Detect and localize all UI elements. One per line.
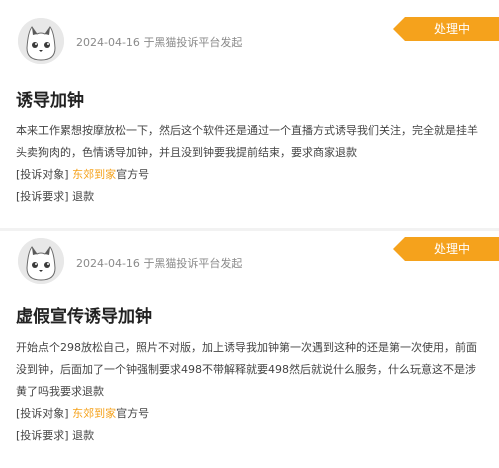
request-label: [投诉要求] <box>16 429 69 442</box>
target-label: [投诉对象] <box>16 407 69 420</box>
complaint-content: 开始点个298放松自己，照片不对版，加上诱导我加钟第一次遇到这种的还是第一次使用… <box>16 341 477 398</box>
complaint-request: [投诉要求] 退款 <box>16 427 94 443</box>
post-meta: 2024-04-16 于黑猫投诉平台发起 <box>76 34 242 50</box>
status-badge: 处理中 <box>393 17 499 41</box>
post-meta: 2024-04-16 于黑猫投诉平台发起 <box>76 255 242 271</box>
target-suffix: 官方号 <box>116 168 150 181</box>
complaint-content: 本来工作累想按摩放松一下，然后这个软件还是通过一个直播方式诱导我们关注，完全就是… <box>16 124 478 159</box>
complaint-target: [投诉对象] 东郊到家官方号 <box>16 405 149 421</box>
complaint-title[interactable]: 虚假宣传诱导加钟 <box>16 302 152 327</box>
complaint-request: [投诉要求] 退款 <box>16 188 94 204</box>
card-separator <box>0 228 499 231</box>
post-date: 2024-04-16 <box>76 36 140 49</box>
request-label: [投诉要求] <box>16 190 69 203</box>
post-source: 于黑猫投诉平台发起 <box>143 257 243 270</box>
complaint-target: [投诉对象] 东郊到家官方号 <box>16 166 149 182</box>
target-link[interactable]: 东郊到家 <box>72 407 116 420</box>
target-link[interactable]: 东郊到家 <box>72 168 116 181</box>
target-label: [投诉对象] <box>16 168 69 181</box>
target-suffix: 官方号 <box>116 407 150 420</box>
request-value: 退款 <box>72 429 95 442</box>
post-date: 2024-04-16 <box>76 257 140 270</box>
status-badge: 处理中 <box>393 237 499 261</box>
cat-avatar-icon[interactable] <box>18 238 64 284</box>
request-value: 退款 <box>72 190 95 203</box>
complaint-title[interactable]: 诱导加钟 <box>16 86 84 111</box>
complaint-card[interactable]: 2024-04-16 于黑猫投诉平台发起 处理中 诱导加钟 本来工作累想按摩放松… <box>0 0 499 230</box>
post-source: 于黑猫投诉平台发起 <box>143 36 243 49</box>
cat-avatar-icon[interactable] <box>18 18 64 64</box>
